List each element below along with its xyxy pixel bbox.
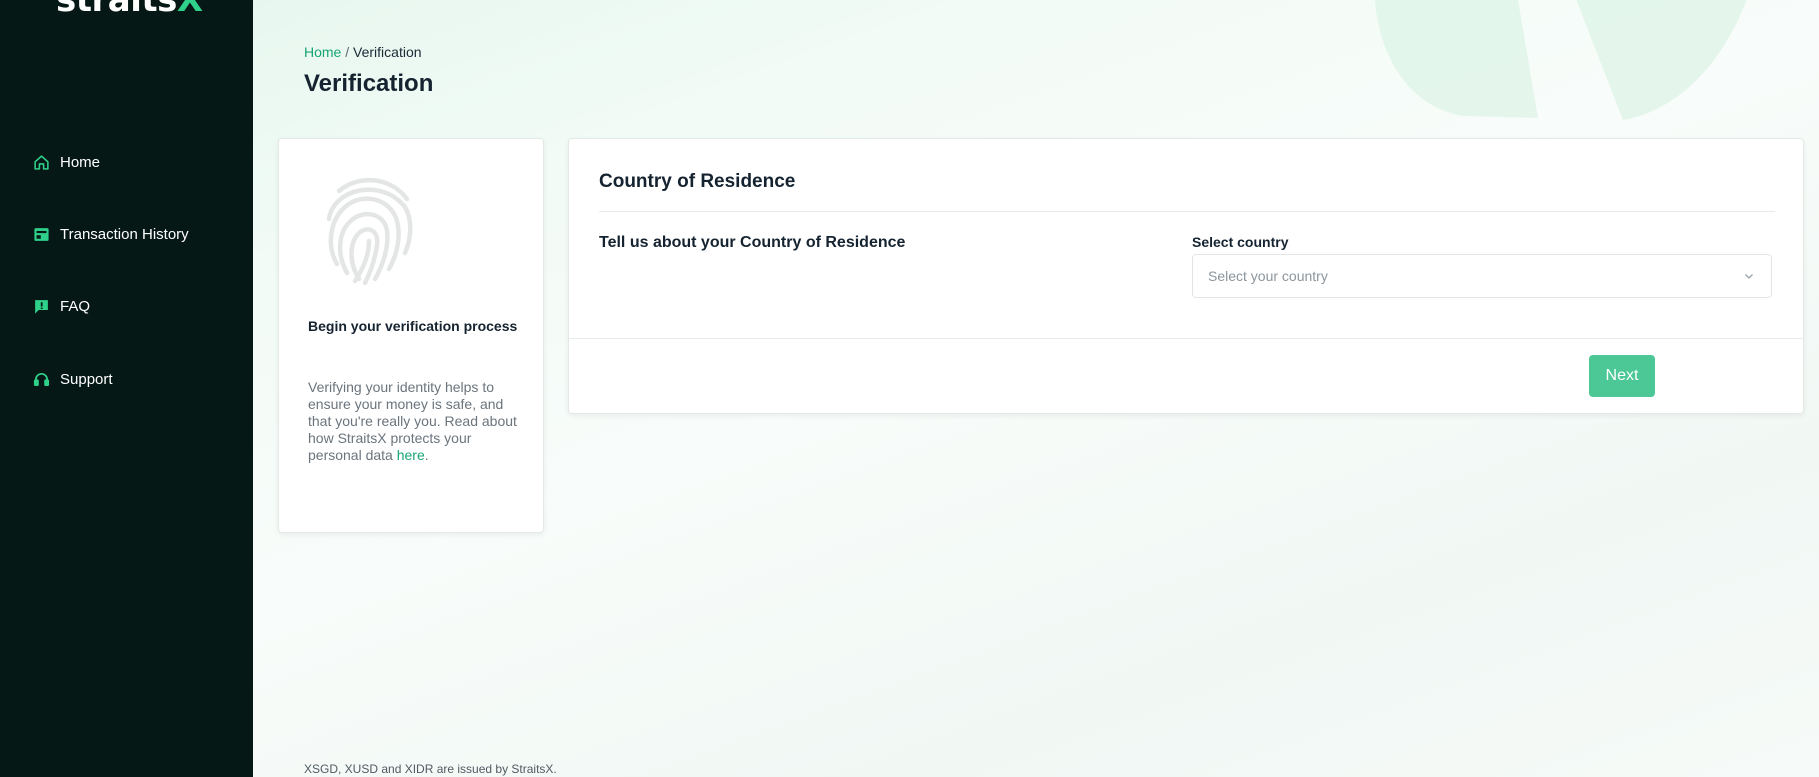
breadcrumb: Home / Verification <box>304 44 422 60</box>
sidebar-item-home[interactable]: Home <box>32 148 100 176</box>
page-title: Verification <box>304 70 434 97</box>
logo-text: straits <box>56 0 177 20</box>
sidebar-item-faq[interactable]: FAQ <box>32 292 90 320</box>
form-divider <box>599 211 1775 212</box>
breadcrumb-home-link[interactable]: Home <box>304 44 341 60</box>
info-card: Begin your verification process Verifyin… <box>278 138 544 533</box>
sidebar: straitsX Home Transaction History FAQ Su… <box>0 0 253 777</box>
breadcrumb-separator: / <box>345 44 350 60</box>
transaction-history-icon <box>32 225 50 243</box>
privacy-link[interactable]: here <box>397 447 425 463</box>
sidebar-item-support[interactable]: Support <box>32 365 113 393</box>
sidebar-item-label: Support <box>60 370 113 388</box>
country-select[interactable]: Select your country <box>1192 254 1772 298</box>
next-button[interactable]: Next <box>1589 355 1655 397</box>
country-select-placeholder: Select your country <box>1208 268 1328 284</box>
main-content: Home / Verification Verification Begin y… <box>253 0 1819 777</box>
info-text: Verifying your identity helps to ensure … <box>308 379 518 464</box>
headset-icon <box>32 370 50 388</box>
country-form-card: Country of Residence Tell us about your … <box>568 138 1804 414</box>
info-suffix: . <box>424 447 429 463</box>
logo-accent: X <box>176 0 203 20</box>
sidebar-item-label: Transaction History <box>60 225 189 243</box>
form-question: Tell us about your Country of Residence <box>599 234 906 251</box>
select-country-label: Select country <box>1192 234 1289 250</box>
footer-text: XSGD, XUSD and XIDR are issued by Strait… <box>304 762 557 776</box>
form-title: Country of Residence <box>599 171 796 192</box>
home-icon <box>32 153 50 171</box>
straitsx-logo[interactable]: straitsX <box>56 0 203 20</box>
faq-icon <box>32 297 50 315</box>
breadcrumb-current: Verification <box>353 44 422 60</box>
sidebar-item-transaction-history[interactable]: Transaction History <box>32 220 189 248</box>
sidebar-item-label: Home <box>60 153 101 171</box>
form-footer-divider <box>569 338 1803 339</box>
fingerprint-icon <box>319 169 419 294</box>
sidebar-item-label: FAQ <box>60 297 91 315</box>
info-title: Begin your verification process <box>308 318 518 334</box>
chevron-down-icon <box>1742 269 1756 283</box>
